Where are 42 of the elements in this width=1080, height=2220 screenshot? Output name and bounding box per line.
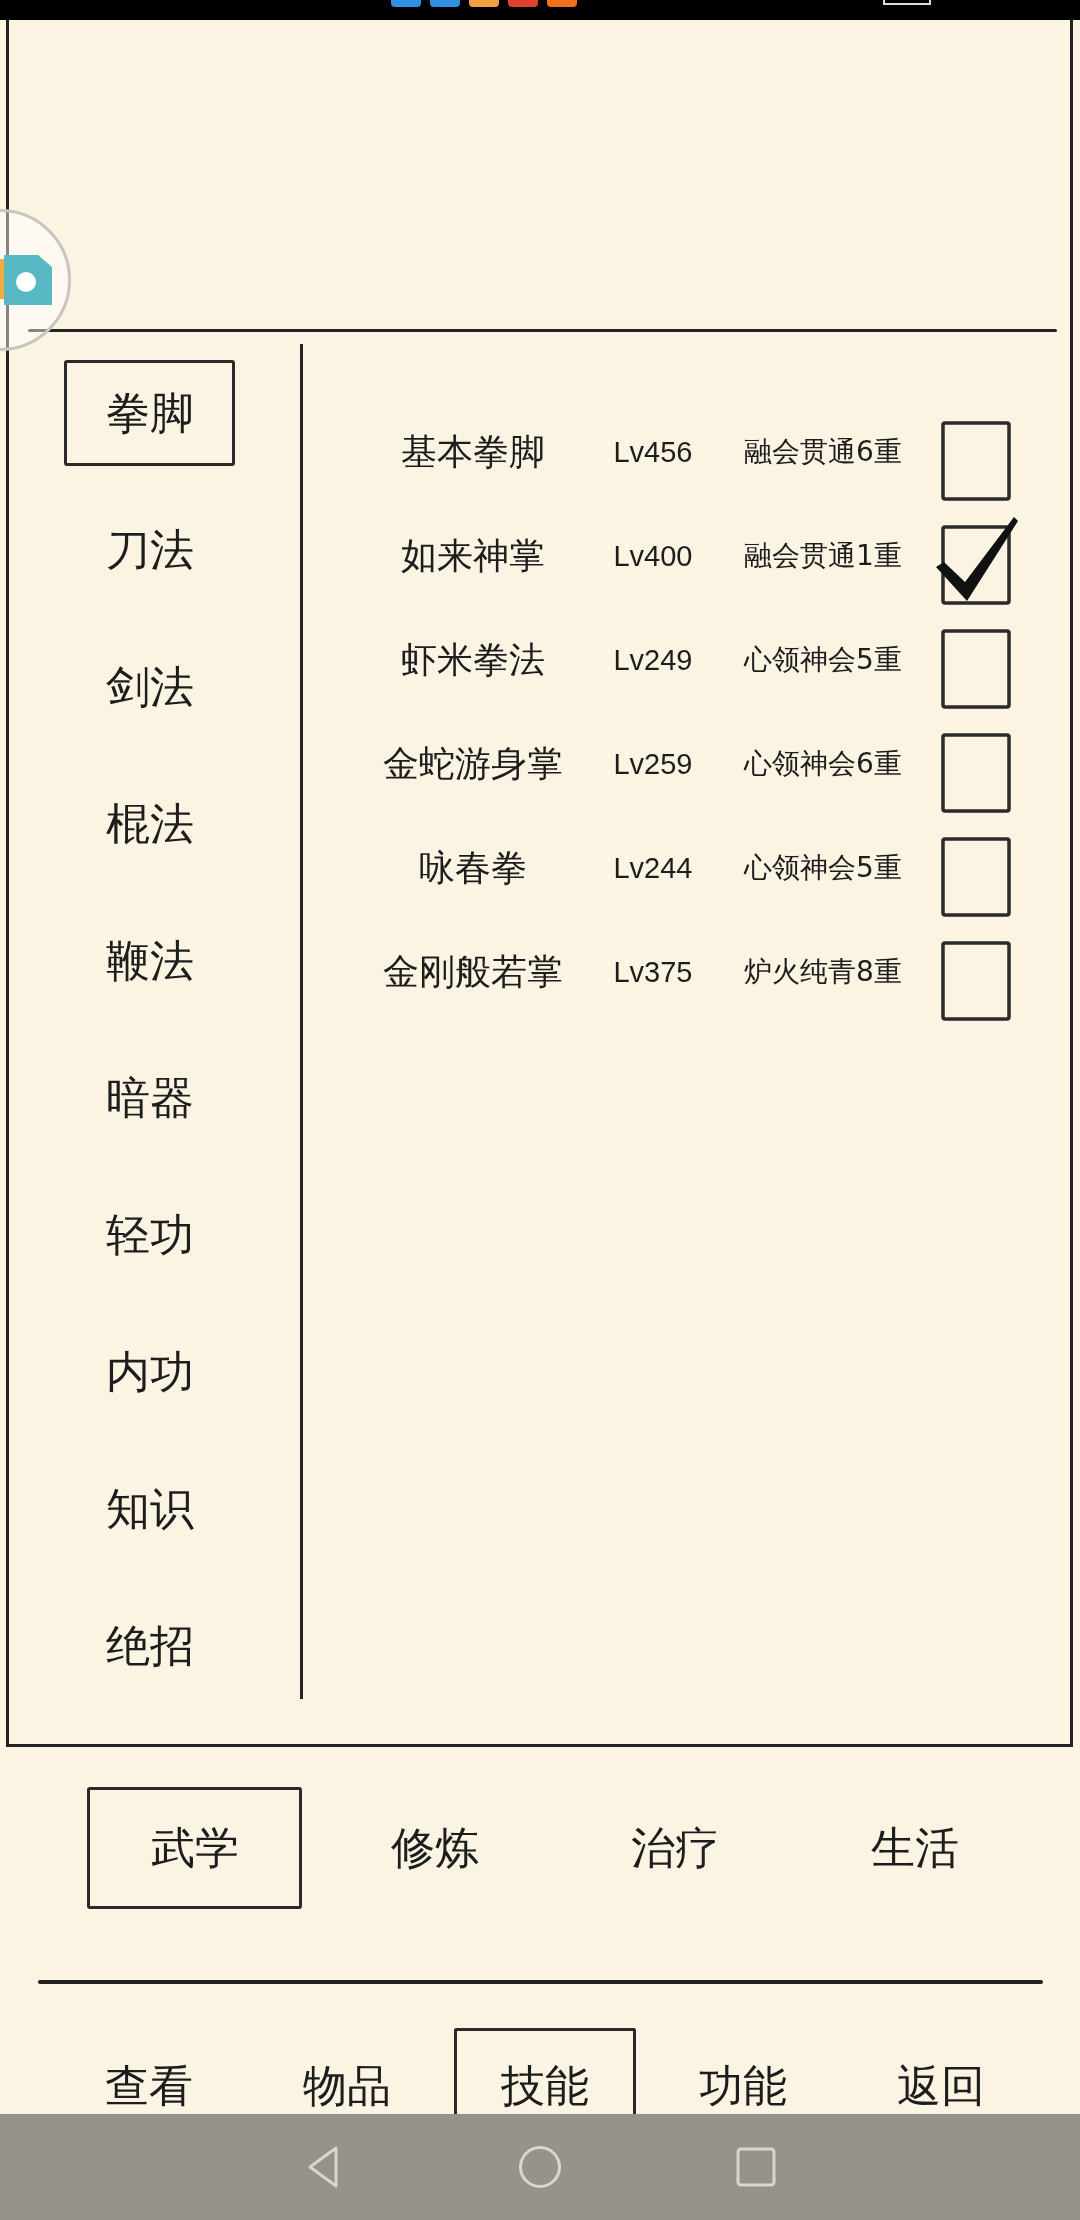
nav-button[interactable]: 返回 [850,2028,1032,2114]
skill-level: Lv375 [613,955,693,989]
category-item[interactable]: 绝招 [64,1593,235,1699]
category-tab[interactable]: 武学 [87,1787,302,1909]
notification-icon [469,0,499,7]
notification-icon [508,0,538,7]
notification-icon [547,0,577,7]
notification-icon [430,0,460,7]
category-item[interactable]: 剑法 [64,634,235,740]
nav-button[interactable]: 功能 [652,2028,834,2114]
notification-icon [391,0,421,7]
mastery-text: 心领神会5重 [744,642,902,678]
battery-icon [883,0,931,5]
skill-name: 基本拳脚 [401,429,545,474]
skill-level: Lv249 [613,643,693,677]
category-item[interactable]: 棍法 [64,771,235,877]
skill-level: Lv259 [613,747,693,781]
category-item[interactable]: 暗器 [64,1045,235,1151]
category-item[interactable]: 拳脚 [64,360,235,466]
skill-name: 金蛇游身掌 [383,741,563,786]
category-item[interactable]: 知识 [64,1456,235,1562]
category-item[interactable]: 刀法 [64,497,235,603]
category-item[interactable]: 鞭法 [64,908,235,1014]
mastery-text: 炉火纯青8重 [744,954,902,990]
category-tab[interactable]: 生活 [807,1787,1022,1909]
skill-name: 虾米拳法 [401,637,545,682]
skill-level: Lv456 [613,435,693,469]
mastery-text: 融会贯通1重 [744,538,902,574]
nav-button[interactable]: 查看 [58,2028,240,2114]
skill-level: Lv400 [613,539,693,573]
skill-level: Lv244 [613,851,693,885]
category-item[interactable]: 轻功 [64,1182,235,1288]
skill-name: 如来神掌 [401,533,545,578]
mastery-text: 心领神会5重 [744,850,902,886]
mastery-text: 心领神会6重 [744,746,902,782]
category-tab[interactable]: 治疗 [567,1787,782,1909]
skill-name: 咏春拳 [419,845,527,890]
skill-name: 金刚般若掌 [383,949,563,994]
category-tab[interactable]: 修炼 [327,1787,542,1909]
nav-button[interactable]: 物品 [256,2028,438,2114]
mastery-text: 融会贯通6重 [744,434,902,470]
category-item[interactable]: 内功 [64,1319,235,1425]
